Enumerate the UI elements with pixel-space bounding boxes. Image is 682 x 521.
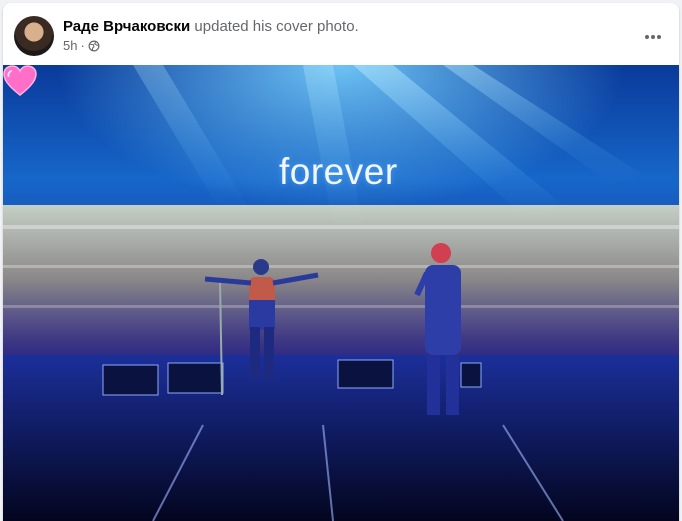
post-header-text: Раде Врчаковски updated his cover photo.… bbox=[63, 17, 359, 53]
author-name[interactable]: Раде Врчаковски bbox=[63, 18, 190, 35]
post-action-text: updated his cover photo. bbox=[190, 18, 359, 35]
meta-separator: · bbox=[80, 38, 85, 53]
post-header: Раде Врчаковски updated his cover photo.… bbox=[3, 3, 679, 65]
heart-icon bbox=[3, 65, 37, 96]
post-timestamp[interactable]: 5h bbox=[63, 38, 77, 53]
concert-scene bbox=[3, 65, 679, 521]
cover-caption: forever bbox=[279, 151, 398, 192]
cover-photo[interactable]: forever bbox=[3, 65, 679, 521]
globe-icon[interactable] bbox=[88, 40, 100, 52]
post-meta: 5h · bbox=[63, 38, 359, 53]
author-avatar[interactable] bbox=[14, 16, 54, 56]
feed-post: Раде Врчаковски updated his cover photo.… bbox=[3, 3, 679, 521]
post-headline: Раде Врчаковски updated his cover photo. bbox=[63, 17, 359, 36]
more-options-button[interactable] bbox=[635, 19, 671, 55]
more-options-icon bbox=[645, 35, 661, 39]
